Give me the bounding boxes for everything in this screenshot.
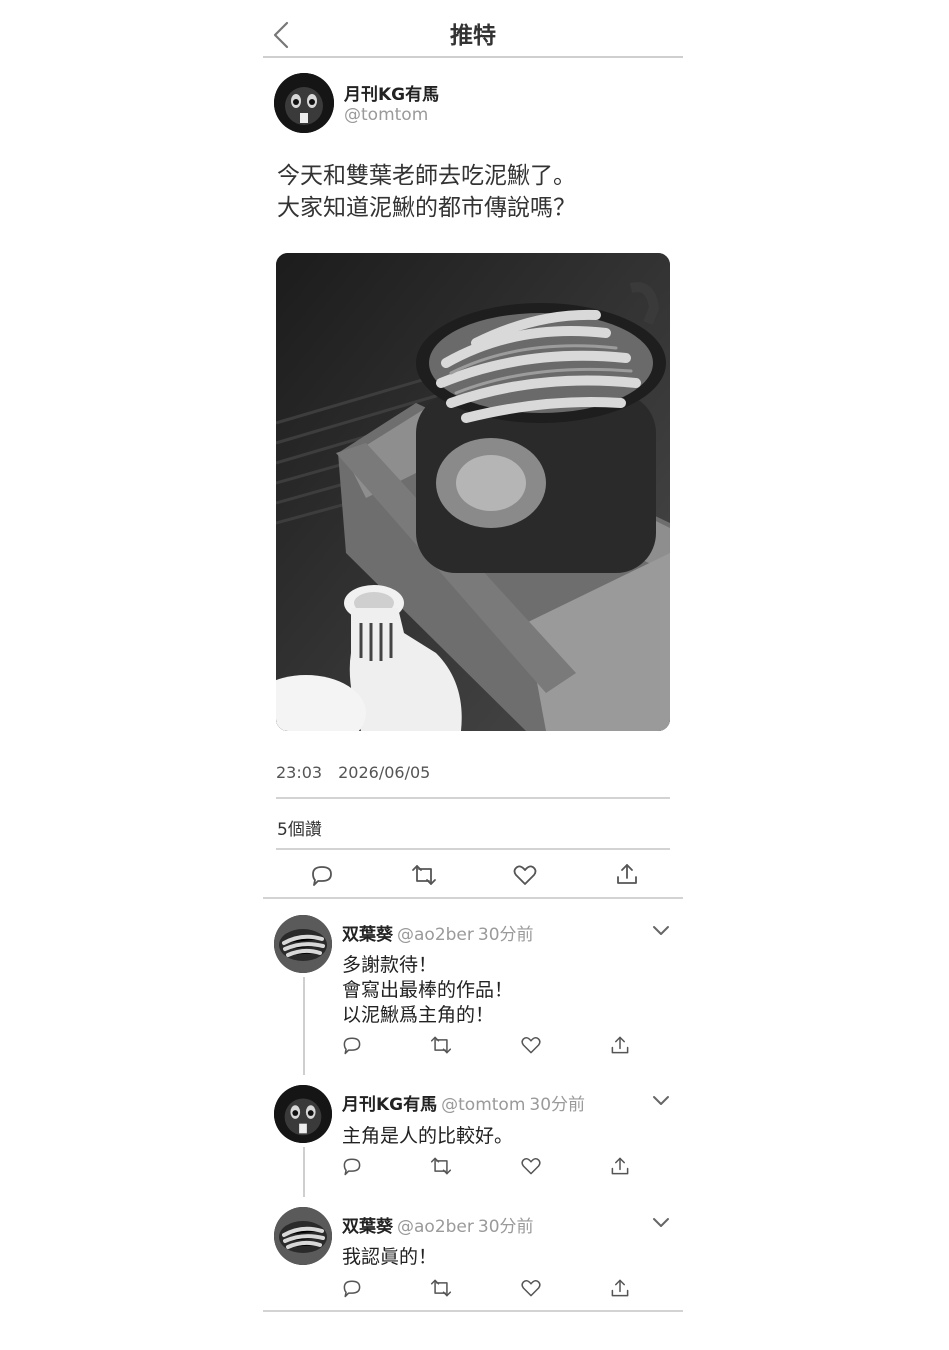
share-icon[interactable] [609,1155,631,1177]
reply-header: 双葉葵 @ao2ber 30分前 [342,1212,534,1237]
avatar-image [274,1085,332,1143]
author-handle[interactable]: @tomtom [344,105,428,125]
reply-text: 主角是人的比較好。 [342,1125,514,1147]
author-name[interactable]: 月刊KG有馬 [344,80,439,105]
reply-icon[interactable] [341,1155,363,1177]
retweet-icon[interactable] [429,1034,453,1056]
reply-icon[interactable] [309,862,335,888]
reply-time: 30分前 [477,1217,534,1237]
like-icon[interactable] [520,1155,542,1177]
chevron-down-icon[interactable] [651,924,671,938]
retweet-icon[interactable] [429,1277,453,1299]
avatar-image [274,915,332,973]
divider [263,1310,683,1312]
tweet-photo[interactable] [276,253,670,731]
like-icon[interactable] [512,862,538,888]
reply-handle[interactable]: @ao2ber [397,1217,474,1237]
tweet-detail-screen: 推特 月刊KG有馬 @tomtom 今天和雙葉老師去吃泥鰍了。 大家知道泥鰍的都… [263,0,683,1350]
divider [263,897,683,899]
retweet-icon[interactable] [410,862,438,888]
tweet-time: 23:03 [276,763,323,782]
avatar-image [274,73,334,133]
reply-handle[interactable]: @tomtom [441,1095,525,1115]
tweet-date: 2026/06/05 [338,763,431,782]
chevron-down-icon[interactable] [651,1094,671,1108]
like-count[interactable]: 5個讚 [277,815,322,840]
tweet-text: 今天和雙葉老師去吃泥鰍了。 大家知道泥鰍的都市傳說嗎？ [277,163,576,221]
reply-time: 30分前 [529,1095,586,1115]
reply-author[interactable]: 双葉葵 [342,925,393,945]
reply-header: 双葉葵 @ao2ber 30分前 [342,920,534,945]
page-title: 推特 [450,23,496,49]
reply-header: 月刊KG有馬 @tomtom 30分前 [342,1090,585,1115]
like-icon[interactable] [520,1277,542,1299]
top-bar: 推特 [263,0,683,58]
reply-time: 30分前 [477,925,534,945]
reply-icon[interactable] [341,1277,363,1299]
divider [276,797,670,799]
tweet-timestamp: 23:03 2026/06/05 [276,763,430,782]
share-icon[interactable] [614,861,640,887]
avatar[interactable] [274,73,334,133]
reply-author[interactable]: 双葉葵 [342,1217,393,1237]
reply-text: 多謝款待！ 會寫出最棒的作品！ 以泥鰍爲主角的！ [342,954,514,1026]
reply-text: 我認眞的！ [342,1246,438,1268]
avatar[interactable] [274,1085,332,1143]
avatar[interactable] [274,1207,332,1265]
chevron-down-icon[interactable] [651,1216,671,1230]
like-icon[interactable] [520,1034,542,1056]
reply-handle[interactable]: @ao2ber [397,925,474,945]
thread-line [303,1147,305,1197]
reply-author[interactable]: 月刊KG有馬 [342,1095,437,1115]
retweet-icon[interactable] [429,1155,453,1177]
loach-hotpot-photo [276,253,670,731]
reply-icon[interactable] [341,1034,363,1056]
avatar-image [274,1207,332,1265]
share-icon[interactable] [609,1277,631,1299]
share-icon[interactable] [609,1034,631,1056]
thread-line [303,977,305,1075]
avatar[interactable] [274,915,332,973]
divider [276,848,670,850]
